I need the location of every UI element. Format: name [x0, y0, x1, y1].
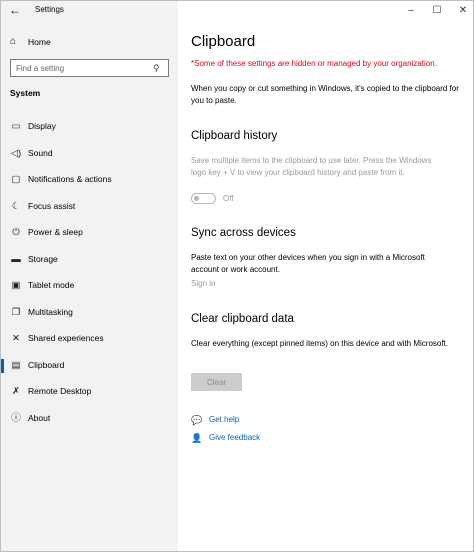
sidebar-item-focus-assist[interactable]: ☾ Focus assist — [1, 195, 178, 222]
sidebar-item-label: Power & sleep — [28, 227, 83, 237]
speaker-icon: ◁) — [10, 147, 22, 159]
get-help-link[interactable]: 💬 Get help — [191, 413, 391, 427]
sidebar-item-sound[interactable]: ◁) Sound — [1, 142, 178, 169]
clear-data-description: Clear everything (except pinned items) o… — [191, 339, 449, 348]
sidebar-item-label: Focus assist — [28, 200, 76, 211]
get-help-label: Get help — [209, 415, 240, 424]
search-icon[interactable]: ⚲ — [153, 63, 164, 74]
moon-icon: ☾ — [11, 200, 21, 212]
close-button[interactable]: ✕ — [449, 1, 474, 21]
power-icon: ⏻ — [12, 227, 20, 238]
main-content: Clipboard *Some of these settings are hi… — [178, 21, 474, 551]
clipboard-description: When you copy or cut something in Window… — [191, 84, 459, 105]
managed-warning: *Some of these settings are hidden or ma… — [191, 59, 437, 68]
back-arrow-icon[interactable]: ← — [9, 3, 23, 17]
home-label: Home — [28, 37, 51, 47]
sidebar-item-label: Clipboard — [28, 359, 65, 370]
give-feedback-label: Give feedback — [209, 433, 261, 442]
home-icon: ⌂ — [10, 36, 17, 47]
sidebar-item-about[interactable]: ⓘ About — [1, 407, 178, 434]
give-feedback-link[interactable]: 👤 Give feedback — [191, 431, 391, 445]
clipboard-history-heading: Clipboard history — [191, 130, 278, 142]
sidebar-item-label: About — [28, 412, 51, 423]
title-bar: ← Settings – ☐ ✕ — [1, 1, 473, 21]
clipboard-history-toggle[interactable] — [191, 193, 216, 204]
active-indicator — [1, 358, 4, 373]
clipboard-history-description: Save multiple items to the clipboard to … — [191, 156, 432, 177]
feedback-icon: 👤 — [191, 433, 203, 443]
sidebar-item-label: Display — [28, 121, 56, 131]
home-nav-item[interactable]: ⌂ Home — [1, 33, 178, 51]
toggle-knob — [194, 196, 199, 201]
remote-desktop-icon: ✗ — [12, 386, 20, 397]
section-label: System — [10, 88, 41, 98]
page-title: Clipboard — [191, 33, 256, 50]
monitor-icon: ▭ — [11, 121, 21, 132]
search-input[interactable] — [16, 62, 146, 75]
sidebar-item-label: Notifications & actions — [28, 174, 112, 184]
storage-icon: ▬ — [11, 253, 21, 265]
sync-description: Paste text on your other devices when yo… — [191, 253, 425, 274]
tablet-icon: ▣ — [11, 280, 21, 291]
clear-data-heading: Clear clipboard data — [191, 313, 294, 325]
maximize-button[interactable]: ☐ — [423, 1, 451, 21]
clipboard-icon: ▤ — [11, 359, 21, 371]
multitasking-icon: ❐ — [11, 306, 21, 318]
sync-heading: Sync across devices — [191, 227, 296, 239]
sign-in-link[interactable]: Sign in — [191, 279, 215, 288]
minimize-button[interactable]: – — [397, 1, 425, 21]
info-icon: ⓘ — [11, 412, 21, 424]
sidebar-item-label: Multitasking — [28, 306, 73, 317]
sidebar-item-tablet-mode[interactable]: ▣ Tablet mode — [1, 274, 178, 301]
sidebar-item-label: Remote Desktop — [28, 386, 92, 396]
sidebar-item-shared-experiences[interactable]: ✕ Shared experiences — [1, 327, 178, 354]
sidebar-item-label: Storage — [28, 253, 58, 264]
settings-window: ⌂ Home ⚲ System ▭ Display ◁) Sound ▢ Not… — [0, 0, 474, 552]
nav-list: ▭ Display ◁) Sound ▢ Notifications & act… — [1, 115, 178, 433]
sidebar-item-power-sleep[interactable]: ⏻ Power & sleep — [1, 221, 178, 248]
sidebar-item-remote-desktop[interactable]: ✗ Remote Desktop — [1, 380, 178, 407]
sidebar-item-display[interactable]: ▭ Display — [1, 115, 178, 142]
shared-experiences-icon: ✕ — [12, 333, 20, 344]
help-chat-icon: 💬 — [191, 415, 203, 425]
sidebar-item-storage[interactable]: ▬ Storage — [1, 248, 178, 275]
search-box[interactable]: ⚲ — [10, 59, 169, 77]
window-title: Settings — [35, 5, 64, 14]
sidebar-item-label: Shared experiences — [28, 333, 104, 343]
sidebar-item-label: Tablet mode — [28, 280, 75, 290]
sidebar: ⌂ Home ⚲ System ▭ Display ◁) Sound ▢ Not… — [1, 1, 178, 551]
sidebar-item-label: Sound — [28, 147, 53, 158]
sidebar-item-multitasking[interactable]: ❐ Multitasking — [1, 301, 178, 328]
clear-button[interactable]: Clear — [191, 373, 242, 391]
sidebar-item-notifications[interactable]: ▢ Notifications & actions — [1, 168, 178, 195]
notification-icon: ▢ — [11, 174, 21, 185]
toggle-state-label: Off — [223, 194, 234, 203]
sidebar-item-clipboard[interactable]: ▤ Clipboard — [1, 354, 178, 381]
